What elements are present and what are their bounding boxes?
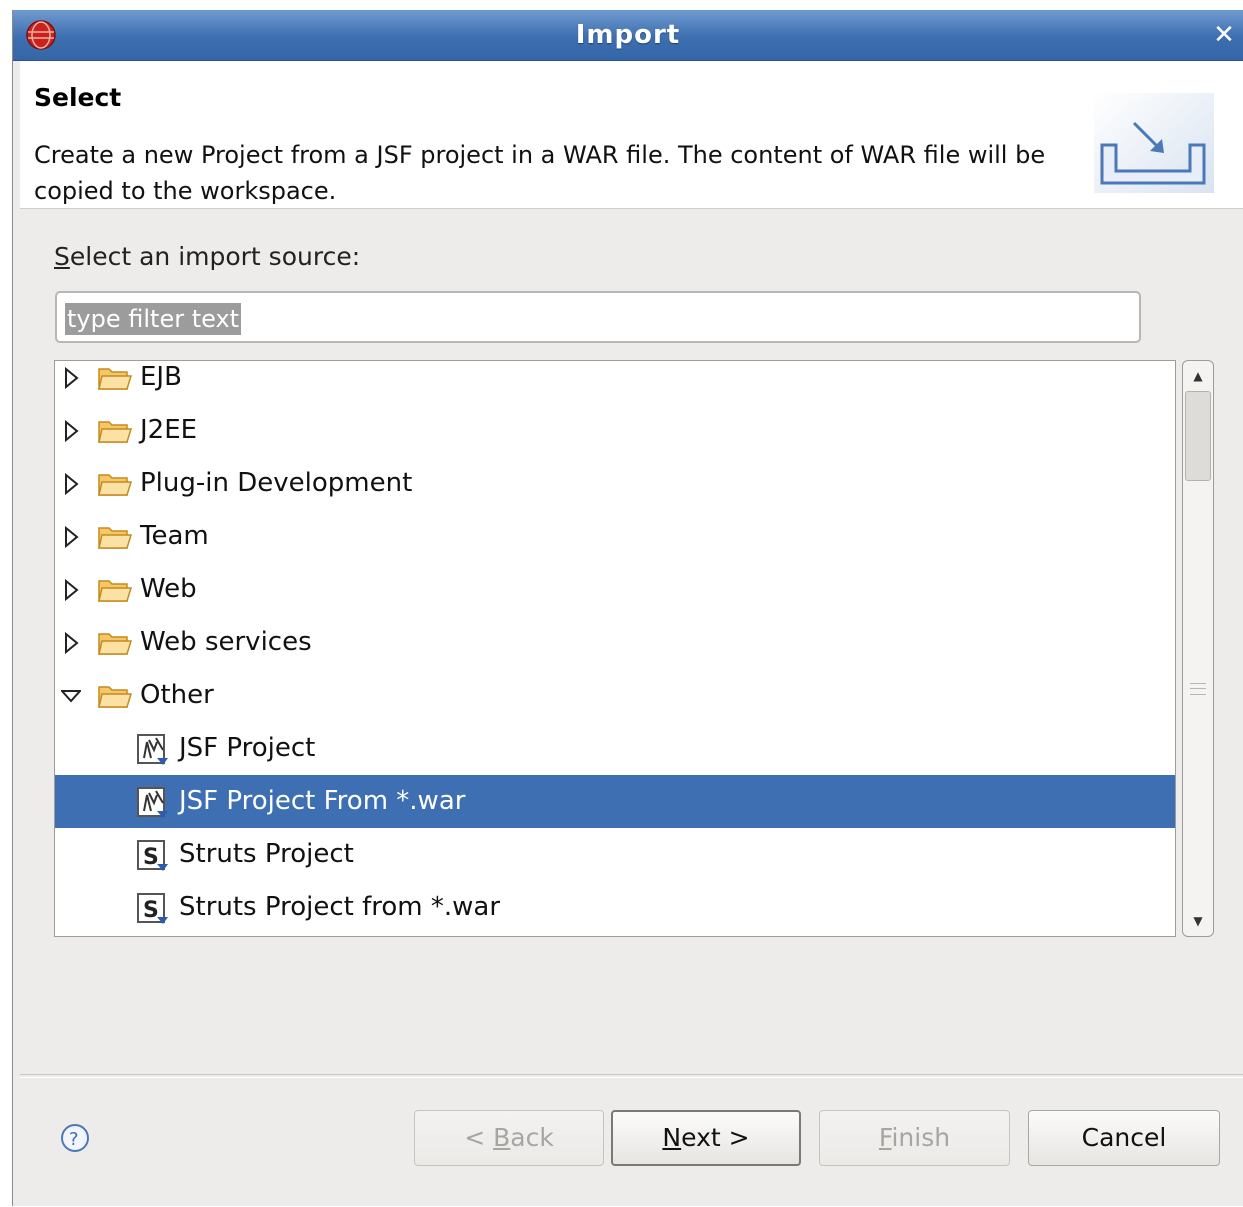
jsf-project-icon <box>137 734 168 765</box>
cancel-button[interactable]: Cancel <box>1028 1110 1220 1166</box>
expand-arrow-icon[interactable] <box>61 366 81 390</box>
page-description: Create a new Project from a JSF project … <box>34 141 1046 205</box>
tree-folder-web[interactable]: Web <box>55 563 1175 616</box>
import-source-label: Select an import source: <box>54 242 361 271</box>
folder-icon <box>98 527 133 549</box>
tree-folder-team[interactable]: Team <box>55 510 1175 563</box>
folder-icon <box>98 580 133 602</box>
expand-arrow-icon[interactable] <box>61 631 81 655</box>
tree-vertical-scrollbar[interactable]: ▲ ▼ <box>1182 360 1214 937</box>
footer-separator <box>20 1074 1243 1078</box>
folder-icon <box>98 368 133 390</box>
tree-folder-j2ee[interactable]: J2EE <box>55 404 1175 457</box>
tree-item-struts-project-from-war[interactable]: S Struts Project from *.war <box>55 881 1175 934</box>
tree-folder-web-services[interactable]: Web services <box>55 616 1175 669</box>
svg-text:?: ? <box>69 1129 79 1150</box>
filter-placeholder: type filter text <box>65 303 242 335</box>
help-icon[interactable]: ? <box>59 1122 91 1154</box>
tree-folder-plugin-development[interactable]: Plug-in Development <box>55 457 1175 510</box>
expand-arrow-icon[interactable] <box>61 419 81 443</box>
import-dialog: Import ✕ Select Create a new Project fro… <box>12 10 1243 1206</box>
title-bar[interactable]: Import ✕ <box>13 10 1243 61</box>
tree-folder-other[interactable]: Other <box>55 669 1175 722</box>
tree-item-jsf-project-from-war[interactable]: JSF Project From *.war <box>55 775 1175 828</box>
expand-arrow-icon[interactable] <box>61 472 81 496</box>
scroll-down-icon[interactable]: ▼ <box>1185 908 1211 934</box>
window-title: Import <box>575 20 681 50</box>
svg-text:S: S <box>143 845 159 870</box>
expand-arrow-icon[interactable] <box>61 578 81 602</box>
struts-project-icon: S <box>137 893 168 924</box>
next-button[interactable]: Next > <box>611 1110 801 1166</box>
import-source-tree[interactable]: EJB J2EE Plug-in Development Team Web We… <box>54 360 1176 937</box>
page-title: Select <box>34 83 122 112</box>
back-button[interactable]: < Back <box>414 1110 604 1166</box>
wizard-header: Select Create a new Project from a JSF p… <box>20 61 1243 209</box>
scroll-up-icon[interactable]: ▲ <box>1185 363 1211 389</box>
svg-text:S: S <box>143 898 159 923</box>
filter-input[interactable]: type filter text <box>55 291 1141 343</box>
expand-arrow-icon[interactable] <box>61 525 81 549</box>
finish-button[interactable]: Finish <box>819 1110 1010 1166</box>
folder-icon <box>98 686 133 708</box>
folder-icon <box>98 421 133 443</box>
scrollbar-thumb[interactable] <box>1185 391 1211 481</box>
tree-folder-ejb[interactable]: EJB <box>55 361 1175 404</box>
tree-item-struts-project[interactable]: S Struts Project <box>55 828 1175 881</box>
tree-item-jsf-project[interactable]: JSF Project <box>55 722 1175 775</box>
struts-project-icon: S <box>137 840 168 871</box>
folder-icon <box>98 633 133 655</box>
close-icon: ✕ <box>1213 20 1235 50</box>
close-button[interactable]: ✕ <box>1207 18 1241 52</box>
collapse-arrow-icon[interactable] <box>61 684 81 708</box>
scrollbar-grip-icon <box>1190 683 1206 695</box>
folder-icon <box>98 474 133 496</box>
import-wizard-icon <box>1094 93 1214 193</box>
jsf-project-icon <box>137 787 168 818</box>
